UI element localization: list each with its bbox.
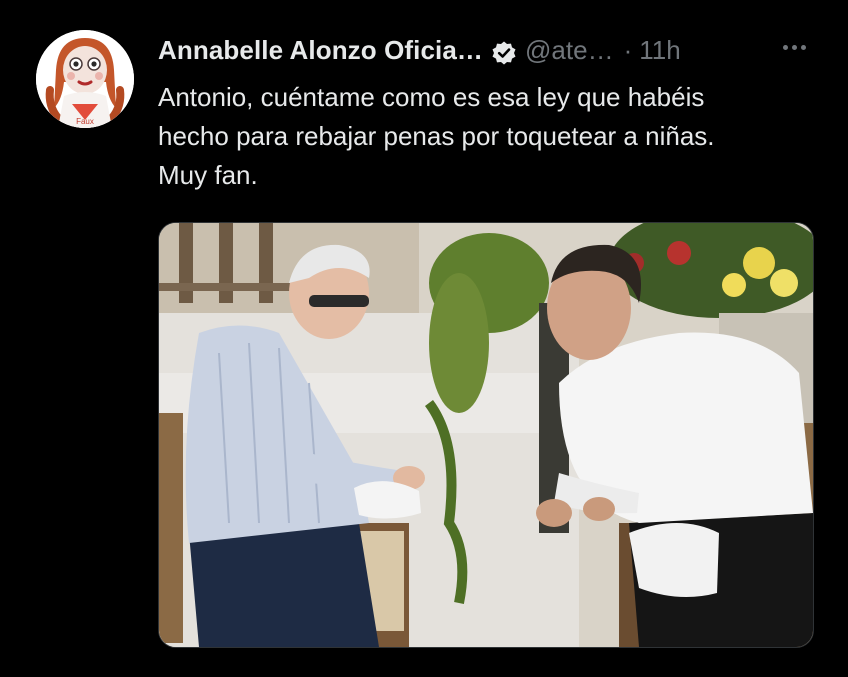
avatar[interactable]: Faux (36, 30, 134, 128)
tweet-text-line: hecho para rebajar penas por toquetear a… (158, 121, 715, 151)
author-name[interactable]: Annabelle Alonzo Oficia… (158, 30, 483, 70)
tweet-photo[interactable] (158, 222, 814, 648)
avatar-caption: Faux (76, 117, 94, 126)
verified-badge-icon (491, 37, 517, 65)
tweet-text-line: Antonio, cuéntame como es esa ley que ha… (158, 82, 705, 112)
tweet[interactable]: Faux Annabelle Alonzo Oficia… @ate… · 11… (0, 0, 848, 677)
tweet-text-line: Muy fan. (158, 160, 258, 190)
more-horizontal-icon[interactable] (774, 32, 814, 62)
tweet-header: Annabelle Alonzo Oficia… @ate… · 11h (158, 30, 681, 70)
doll-avatar-image: Faux (36, 30, 134, 128)
tweet-timestamp[interactable]: 11h (639, 30, 680, 70)
tweet-text: Antonio, cuéntame como es esa ley que ha… (158, 78, 818, 195)
separator-dot: · (623, 35, 633, 65)
more-dot (800, 44, 806, 50)
author-handle[interactable]: @ate… (525, 30, 614, 70)
photo-two-men-talking (159, 223, 813, 647)
more-dot (791, 44, 797, 50)
more-dot (782, 44, 788, 50)
